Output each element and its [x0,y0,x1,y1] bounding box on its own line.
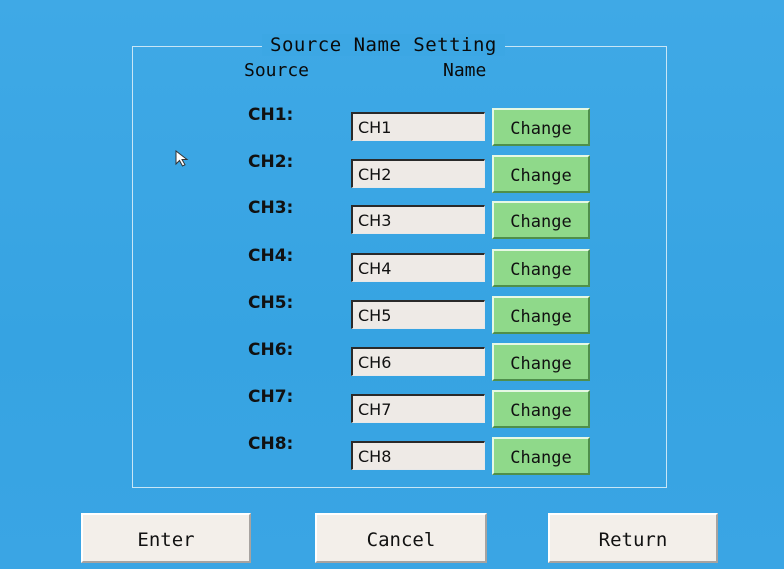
change-button-ch2[interactable]: Change [492,155,590,193]
change-button-ch8[interactable]: Change [492,437,590,475]
channel-label: CH8: [248,434,294,454]
channel-label: CH3: [248,198,294,218]
enter-button[interactable]: Enter [81,513,251,563]
change-button-ch1[interactable]: Change [492,108,590,146]
channel-label: CH4: [248,246,294,266]
channel-name-field[interactable]: CH4 [351,253,485,282]
channel-name-field[interactable]: CH1 [351,112,485,141]
channel-label: CH6: [248,340,294,360]
channel-row-ch8: CH8: CH8 Change [0,434,784,475]
change-button-ch7[interactable]: Change [492,390,590,428]
channel-row-ch7: CH7: CH7 Change [0,387,784,428]
channel-name-field[interactable]: CH7 [351,394,485,423]
column-header-source: Source [244,60,310,81]
channel-label: CH7: [248,387,294,407]
source-name-setting-screen: Source Name Setting Source Name CH1: CH1… [0,0,784,569]
return-button[interactable]: Return [548,513,718,563]
change-button-ch3[interactable]: Change [492,201,590,239]
channel-label: CH5: [248,293,294,313]
channel-row-ch1: CH1: CH1 Change [0,105,784,146]
group-title: Source Name Setting [262,34,505,56]
channel-label: CH1: [248,105,294,125]
channel-row-ch6: CH6: CH6 Change [0,340,784,381]
channel-row-ch2: CH2: CH2 Change [0,152,784,193]
channel-name-field[interactable]: CH2 [351,159,485,188]
channel-row-ch3: CH3: CH3 Change [0,198,784,239]
channel-name-field[interactable]: CH8 [351,441,485,470]
channel-row-ch4: CH4: CH4 Change [0,246,784,287]
column-header-name: Name [443,60,487,81]
cancel-button[interactable]: Cancel [315,513,487,563]
channel-name-field[interactable]: CH6 [351,347,485,376]
channel-name-field[interactable]: CH5 [351,300,485,329]
mouse-pointer-icon [175,150,189,167]
change-button-ch4[interactable]: Change [492,249,590,287]
change-button-ch5[interactable]: Change [492,296,590,334]
channel-label: CH2: [248,152,294,172]
channel-row-ch5: CH5: CH5 Change [0,293,784,334]
change-button-ch6[interactable]: Change [492,343,590,381]
channel-name-field[interactable]: CH3 [351,205,485,234]
